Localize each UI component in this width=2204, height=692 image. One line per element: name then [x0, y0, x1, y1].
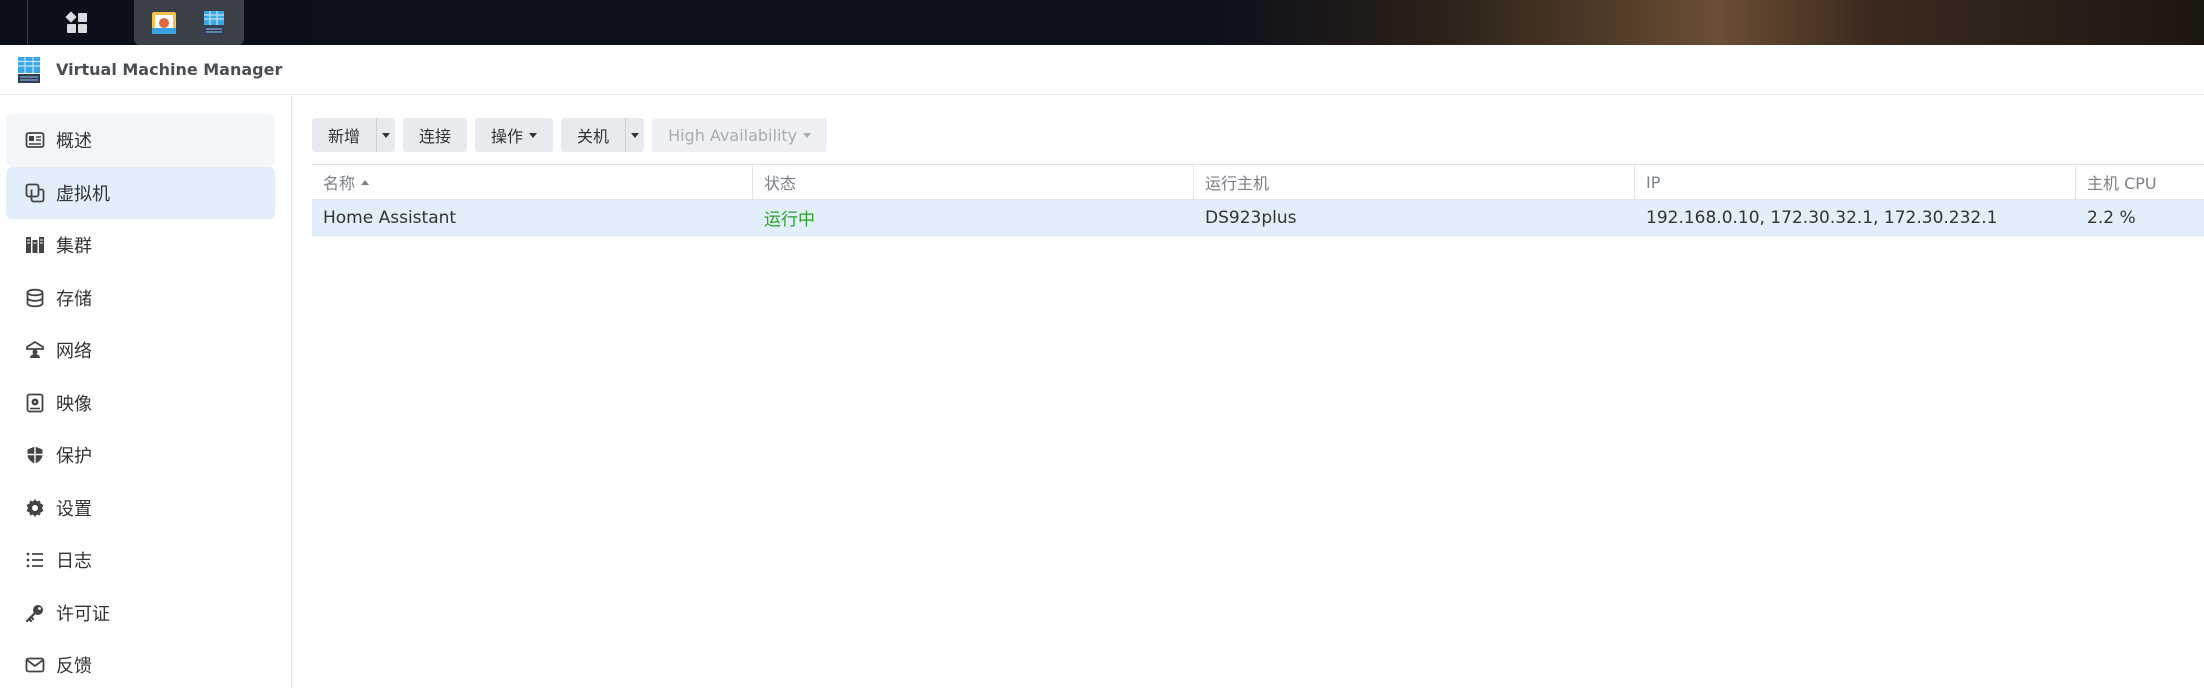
network-icon [24, 339, 46, 361]
create-split-button: 新增 [312, 118, 396, 152]
sidebar: 概述 虚拟机 集群 存储 网络 映像 保护 设置 日志 许可证 反馈 [0, 96, 292, 687]
column-header-host[interactable]: 运行主机 [1194, 165, 1635, 199]
window-titlebar: Virtual Machine Manager [0, 45, 2204, 95]
chevron-down-icon [529, 132, 538, 138]
cluster-icon [24, 234, 46, 256]
sidebar-item-label: 集群 [56, 236, 92, 258]
cell-host-cpu: 2.2 % [2087, 207, 2136, 228]
column-header-label: 运行主机 [1205, 174, 1270, 193]
action-button[interactable]: 操作 [475, 118, 554, 152]
envelope-icon [24, 654, 46, 676]
sidebar-item-settings[interactable]: 设置 [6, 482, 275, 535]
chevron-down-icon [382, 132, 391, 138]
sidebar-item-label: 虚拟机 [56, 183, 110, 205]
table-header: 名称 状态 运行主机 IP 主机 CPU [312, 164, 2204, 200]
column-header-label: 主机 CPU [2087, 174, 2157, 193]
chevron-down-icon [803, 132, 812, 138]
main-menu-icon [65, 10, 87, 33]
column-header-name[interactable]: 名称 [312, 165, 753, 199]
sidebar-item-license[interactable]: 许可证 [6, 587, 275, 640]
sidebar-item-log[interactable]: 日志 [6, 534, 275, 587]
column-header-status[interactable]: 状态 [753, 165, 1194, 199]
cell-host: DS923plus [1205, 207, 1297, 228]
table-row[interactable]: Home Assistant 运行中 DS923plus 192.168.0.1… [312, 200, 2204, 236]
sidebar-item-network[interactable]: 网络 [6, 324, 275, 377]
taskbar-separator [27, 0, 28, 45]
sidebar-item-label: 网络 [56, 341, 92, 363]
toolbar: 新增 连接 操作 关机 High Availability [312, 118, 828, 152]
sidebar-item-label: 设置 [56, 498, 92, 520]
cell-status: 运行中 [764, 210, 815, 230]
high-availability-button[interactable]: High Availability [652, 118, 828, 152]
key-icon [24, 602, 46, 624]
sort-ascending-icon [361, 179, 370, 185]
cell-ip: 192.168.0.10, 172.30.32.1, 172.30.232.1 [1646, 207, 1998, 228]
taskbar-app-vmm[interactable] [189, 0, 239, 45]
gear-icon [24, 497, 46, 519]
create-dropdown-button[interactable] [377, 118, 395, 152]
sidebar-item-feedback[interactable]: 反馈 [6, 639, 275, 692]
sidebar-item-cluster[interactable]: 集群 [6, 219, 275, 272]
sidebar-item-label: 许可证 [56, 603, 110, 625]
storage-icon [24, 287, 46, 309]
sidebar-item-virtual-machine[interactable]: 虚拟机 [6, 166, 275, 219]
overview-icon [24, 129, 46, 151]
image-icon [24, 392, 46, 414]
taskbar-app-file-station[interactable] [139, 0, 189, 45]
column-header-label: 名称 [323, 174, 356, 193]
vm-table: 名称 状态 运行主机 IP 主机 CPU Home Assistant 运行中 … [312, 164, 2204, 236]
sidebar-item-label: 映像 [56, 393, 92, 415]
shutdown-split-button: 关机 [561, 118, 645, 152]
vmm-app-icon [204, 10, 224, 35]
chevron-down-icon [631, 132, 640, 138]
connect-button[interactable]: 连接 [403, 118, 468, 152]
main-menu-button[interactable] [50, 0, 104, 45]
sidebar-item-label: 保护 [56, 446, 92, 468]
shutdown-button[interactable]: 关机 [561, 118, 627, 152]
shield-icon [24, 444, 46, 466]
sidebar-item-label: 概述 [56, 131, 92, 153]
sidebar-item-label: 日志 [56, 551, 92, 573]
high-availability-label: High Availability [668, 125, 798, 145]
list-icon [24, 549, 46, 571]
sidebar-item-label: 反馈 [56, 656, 92, 678]
column-header-host-cpu[interactable]: 主机 CPU [2076, 165, 2204, 199]
action-button-label: 操作 [491, 127, 524, 146]
taskbar [0, 0, 2204, 45]
virtual-machine-icon [24, 182, 46, 204]
sidebar-item-image[interactable]: 映像 [6, 377, 275, 430]
sidebar-item-label: 存储 [56, 288, 92, 310]
taskbar-app-group [134, 0, 244, 45]
main-panel: 新增 连接 操作 关机 High Availability 名称 状态 运行主机… [293, 96, 2204, 687]
shutdown-dropdown-button[interactable] [626, 118, 644, 152]
column-header-label: 状态 [764, 174, 797, 193]
column-header-ip[interactable]: IP [1635, 165, 2076, 199]
vmm-logo-icon [18, 56, 40, 83]
file-station-icon [152, 11, 176, 34]
sidebar-item-protection[interactable]: 保护 [6, 429, 275, 482]
create-button[interactable]: 新增 [312, 118, 378, 152]
column-header-label: IP [1646, 172, 1661, 192]
window-title: Virtual Machine Manager [56, 60, 283, 79]
sidebar-item-storage[interactable]: 存储 [6, 272, 275, 325]
sidebar-item-overview[interactable]: 概述 [6, 114, 275, 167]
cell-name: Home Assistant [323, 207, 457, 228]
